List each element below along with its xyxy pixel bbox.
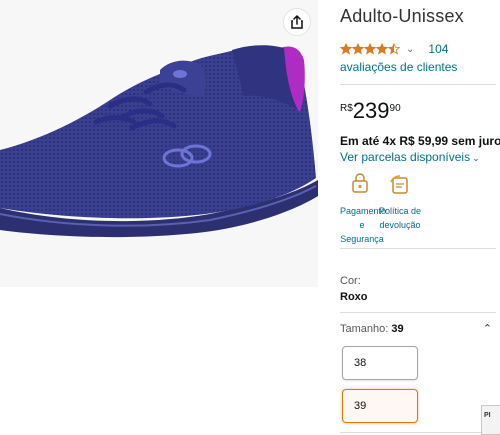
rating-count-link[interactable]: 104 [428, 42, 448, 56]
chevron-up-icon[interactable]: ⌃ [483, 322, 492, 335]
chevron-down-icon[interactable]: ⌄ [406, 44, 414, 55]
size-value: 39 [391, 323, 404, 335]
chevron-down-icon[interactable]: ⌄ [472, 153, 480, 163]
size-option-38[interactable]: 38 [342, 346, 418, 380]
reviews-link[interactable]: avaliações de clientes [340, 60, 457, 74]
star-rating[interactable] [340, 43, 400, 55]
star-icon [340, 43, 352, 55]
installments-link[interactable]: Ver parcelas disponíveis ⌄ [340, 150, 480, 164]
corner-badge[interactable]: PI [481, 405, 500, 435]
size-option-label[interactable]: 39 [354, 400, 366, 412]
divider [340, 432, 496, 433]
installments-link-label[interactable]: Ver parcelas disponíveis [340, 150, 470, 164]
share-icon [291, 15, 303, 29]
divider [340, 84, 496, 85]
star-icon [388, 43, 400, 55]
star-icon [352, 43, 364, 55]
price-whole: 239 [352, 98, 390, 123]
price-currency: R$ [340, 103, 353, 114]
size-option-label[interactable]: 38 [354, 357, 366, 369]
divider [340, 248, 496, 249]
star-icon [376, 43, 388, 55]
product-image [0, 45, 318, 238]
product-title: Adulto-Unissex [340, 6, 464, 26]
size-option-39[interactable]: 39 [342, 389, 418, 423]
feature-return-policy[interactable]: Política de devolução [378, 170, 422, 232]
share-button[interactable] [283, 8, 311, 36]
installments-text: Em até 4x R$ 59,99 sem juros [340, 134, 500, 148]
size-label: Tamanho: [340, 323, 389, 335]
price: R$ 239 90 [340, 98, 401, 124]
secure-payment-icon[interactable] [347, 170, 377, 200]
star-icon [364, 43, 376, 55]
rating-row[interactable]: ⌄ 104 [340, 42, 448, 56]
color-label: Cor: [340, 275, 361, 287]
product-image-gallery[interactable] [0, 0, 318, 287]
return-policy-icon[interactable] [385, 170, 415, 200]
product-info-panel: Adulto-Unissex ⌄ 104 avaliações de clien… [340, 0, 500, 435]
color-value: Roxo [340, 291, 368, 303]
size-selector-header[interactable]: Tamanho: 39 ⌃ [340, 323, 496, 335]
price-fraction: 90 [389, 103, 401, 114]
feature-label[interactable]: Política de devolução [378, 204, 422, 232]
divider [340, 312, 496, 313]
